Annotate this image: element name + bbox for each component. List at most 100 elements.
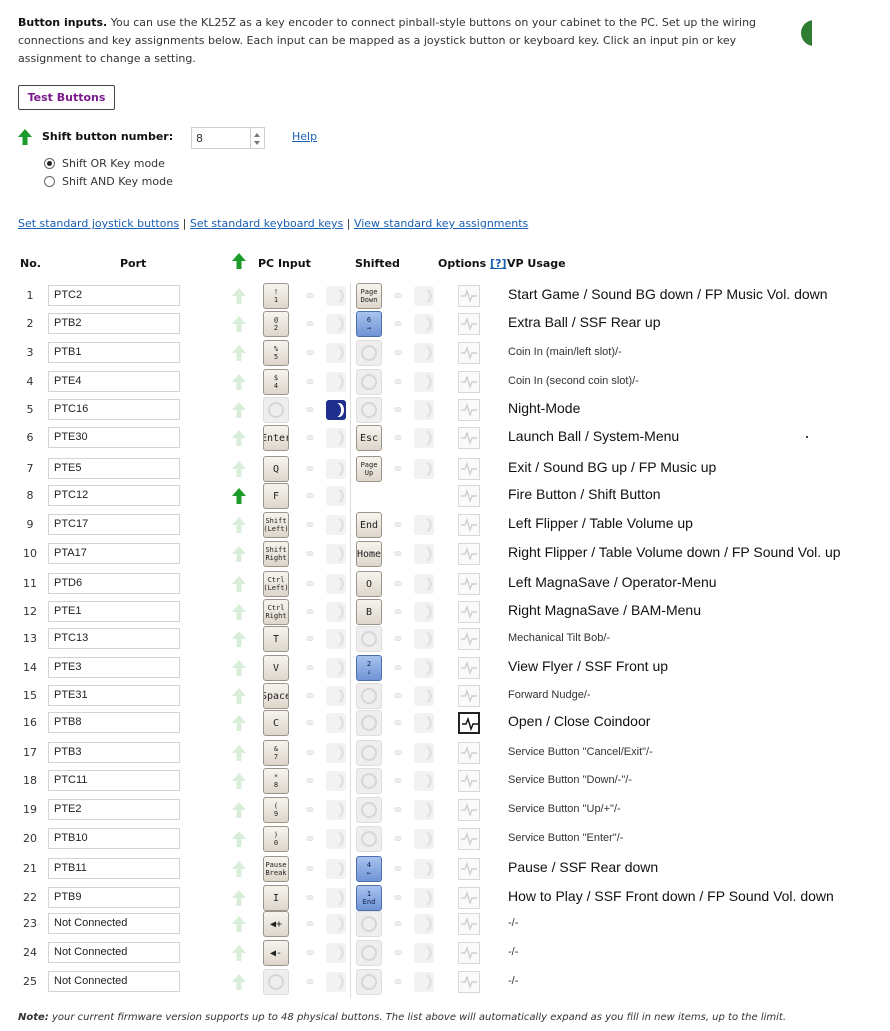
options-pulse-icon[interactable] xyxy=(458,342,480,364)
set-standard-joystick-link[interactable]: Set standard joystick buttons xyxy=(18,217,179,230)
night-mode-icon[interactable] xyxy=(326,544,346,564)
joystick-button-icon[interactable]: ⚭ xyxy=(301,287,319,305)
port-input[interactable]: PTE5 xyxy=(48,458,180,479)
shifted-joystick-icon[interactable]: ⚭ xyxy=(389,714,407,732)
night-mode-icon[interactable] xyxy=(326,286,346,306)
joystick-button-icon[interactable]: ⚭ xyxy=(301,889,319,907)
joystick-button-icon[interactable]: ⚭ xyxy=(301,545,319,563)
shifted-key[interactable] xyxy=(356,683,382,709)
shifted-joystick-icon[interactable]: ⚭ xyxy=(389,575,407,593)
pc-input-key[interactable]: Enter xyxy=(263,425,289,451)
shift-arrow-icon[interactable] xyxy=(232,516,246,534)
options-pulse-icon[interactable] xyxy=(458,399,480,421)
shift-arrow-icon[interactable] xyxy=(232,830,246,848)
port-input[interactable]: Not Connected xyxy=(48,913,180,934)
joystick-button-icon[interactable]: ⚭ xyxy=(301,344,319,362)
options-pulse-icon[interactable] xyxy=(458,858,480,880)
night-mode-icon[interactable] xyxy=(326,686,346,706)
shifted-key[interactable]: Page Down xyxy=(356,283,382,309)
port-input[interactable]: PTB11 xyxy=(48,858,180,879)
options-pulse-icon[interactable] xyxy=(458,942,480,964)
night-mode-icon[interactable] xyxy=(326,658,346,678)
night-mode-icon[interactable] xyxy=(326,743,346,763)
night-mode-icon[interactable] xyxy=(326,771,346,791)
joystick-button-icon[interactable]: ⚭ xyxy=(301,714,319,732)
shifted-key[interactable] xyxy=(356,369,382,395)
pc-input-key[interactable]: @2 xyxy=(263,311,289,337)
shift-arrow-icon[interactable] xyxy=(232,744,246,762)
options-pulse-icon[interactable] xyxy=(458,427,480,449)
options-pulse-icon[interactable] xyxy=(458,573,480,595)
shifted-key[interactable]: Esc xyxy=(356,425,382,451)
night-mode-icon[interactable] xyxy=(326,602,346,622)
port-input[interactable]: PTE1 xyxy=(48,601,180,622)
options-pulse-icon[interactable] xyxy=(458,485,480,507)
shifted-key[interactable]: 6 → xyxy=(356,311,382,337)
shifted-joystick-icon[interactable]: ⚭ xyxy=(389,772,407,790)
shifted-joystick-icon[interactable]: ⚭ xyxy=(389,944,407,962)
options-pulse-icon[interactable] xyxy=(458,628,480,650)
shifted-key[interactable] xyxy=(356,740,382,766)
joystick-button-icon[interactable]: ⚭ xyxy=(301,373,319,391)
shift-arrow-icon[interactable] xyxy=(232,315,246,333)
shifted-joystick-icon[interactable]: ⚭ xyxy=(389,830,407,848)
shift-arrow-icon[interactable] xyxy=(232,801,246,819)
options-pulse-icon[interactable] xyxy=(458,828,480,850)
options-pulse-icon[interactable] xyxy=(458,799,480,821)
shift-arrow-icon[interactable] xyxy=(232,687,246,705)
shifted-night-mode-icon[interactable] xyxy=(414,972,434,992)
shifted-night-mode-icon[interactable] xyxy=(414,743,434,763)
port-input[interactable]: PTC16 xyxy=(48,399,180,420)
night-mode-icon[interactable] xyxy=(326,428,346,448)
joystick-button-icon[interactable]: ⚭ xyxy=(301,401,319,419)
shifted-key[interactable]: O xyxy=(356,571,382,597)
pc-input-key[interactable]: % 5 xyxy=(263,340,289,366)
options-pulse-icon[interactable] xyxy=(458,601,480,623)
pc-input-key[interactable]: & 7 xyxy=(263,740,289,766)
port-input[interactable]: PTB10 xyxy=(48,828,180,849)
pc-input-key[interactable]: F xyxy=(263,483,289,509)
night-mode-icon[interactable] xyxy=(326,829,346,849)
shifted-joystick-icon[interactable]: ⚭ xyxy=(389,460,407,478)
options-pulse-icon[interactable] xyxy=(458,770,480,792)
night-mode-icon[interactable] xyxy=(326,574,346,594)
port-input[interactable]: PTB1 xyxy=(48,342,180,363)
shifted-night-mode-icon[interactable] xyxy=(414,859,434,879)
pc-input-key[interactable]: V xyxy=(263,655,289,681)
port-input[interactable]: PTC2 xyxy=(48,285,180,306)
shift-arrow-icon[interactable] xyxy=(232,429,246,447)
shifted-key[interactable]: 2 ↓ xyxy=(356,655,382,681)
port-input[interactable]: PTC11 xyxy=(48,770,180,791)
shifted-night-mode-icon[interactable] xyxy=(414,459,434,479)
pc-input-key[interactable]: Pause Break xyxy=(263,856,289,882)
port-input[interactable]: PTE30 xyxy=(48,427,180,448)
port-input[interactable]: PTC12 xyxy=(48,485,180,506)
night-mode-icon[interactable] xyxy=(326,943,346,963)
shifted-key[interactable]: Home xyxy=(356,541,382,567)
shifted-joystick-icon[interactable]: ⚭ xyxy=(389,401,407,419)
shifted-night-mode-icon[interactable] xyxy=(414,428,434,448)
pc-input-key[interactable]: ◀+ xyxy=(263,911,289,937)
shifted-joystick-icon[interactable]: ⚭ xyxy=(389,744,407,762)
joystick-button-icon[interactable]: ⚭ xyxy=(301,687,319,705)
shifted-joystick-icon[interactable]: ⚭ xyxy=(389,373,407,391)
shifted-key[interactable] xyxy=(356,969,382,995)
port-input[interactable]: PTB2 xyxy=(48,313,180,334)
port-input[interactable]: PTB3 xyxy=(48,742,180,763)
shifted-night-mode-icon[interactable] xyxy=(414,888,434,908)
joystick-button-icon[interactable]: ⚭ xyxy=(301,860,319,878)
shifted-joystick-icon[interactable]: ⚭ xyxy=(389,687,407,705)
shifted-key[interactable] xyxy=(356,710,382,736)
pc-input-key[interactable] xyxy=(263,969,289,995)
shifted-key[interactable]: B xyxy=(356,599,382,625)
shift-arrow-icon[interactable] xyxy=(232,860,246,878)
night-mode-icon[interactable] xyxy=(326,314,346,334)
shifted-key[interactable] xyxy=(356,940,382,966)
shifted-night-mode-icon[interactable] xyxy=(414,400,434,420)
options-pulse-icon[interactable] xyxy=(458,543,480,565)
joystick-button-icon[interactable]: ⚭ xyxy=(301,973,319,991)
night-mode-icon[interactable] xyxy=(326,914,346,934)
shifted-joystick-icon[interactable]: ⚭ xyxy=(389,659,407,677)
port-input[interactable]: PTD6 xyxy=(48,573,180,594)
test-buttons-button[interactable]: Test Buttons xyxy=(18,85,115,110)
